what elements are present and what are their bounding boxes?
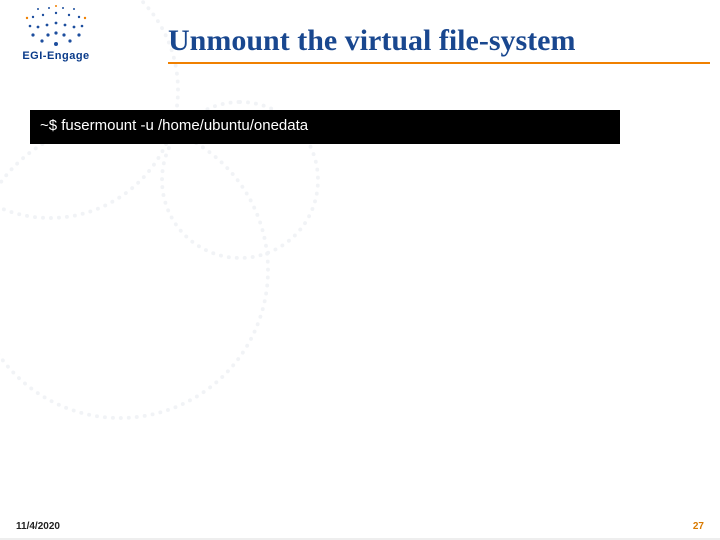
slide-title: Unmount the virtual file-system: [168, 24, 708, 58]
footer-page-number: 27: [693, 521, 704, 532]
egi-sunburst-icon: [21, 4, 91, 48]
brand-text: EGI-Engage: [14, 50, 98, 62]
terminal-line: ~$ fusermount -u /home/ubuntu/onedata: [40, 117, 308, 134]
terminal-block: ~$ fusermount -u /home/ubuntu/onedata: [30, 110, 620, 144]
slide: EGI-Engage Unmount the virtual file-syst…: [0, 0, 720, 540]
brand-logo: EGI-Engage: [14, 4, 98, 62]
background-decoration: [0, 0, 720, 540]
title-underline: [168, 62, 710, 64]
footer-date: 11/4/2020: [16, 521, 60, 532]
